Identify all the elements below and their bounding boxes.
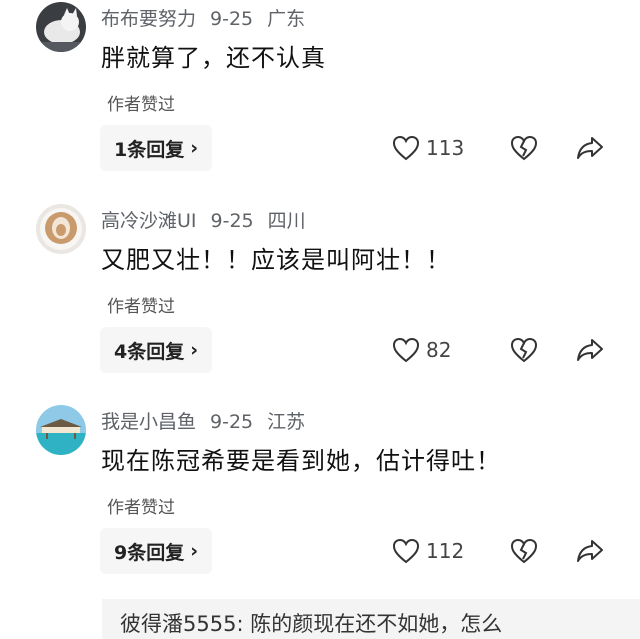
like-button[interactable]: 113 [392,135,476,161]
comment-actions: 113 [392,131,603,165]
username[interactable]: 高冷沙滩UI [101,210,197,232]
replies-label: 1条回复 [114,138,185,161]
share-icon[interactable] [576,337,604,363]
heart-icon [392,135,420,161]
like-button[interactable]: 82 [392,337,476,363]
chevron-right-icon: › [190,339,199,361]
comment-location: 江苏 [267,411,306,433]
avatar[interactable] [36,2,86,52]
heart-icon [392,337,420,363]
chevron-right-icon: › [190,137,199,159]
like-count: 82 [426,338,452,362]
broken-heart-icon[interactable] [510,337,538,363]
replies-button[interactable]: 9条回复 › [100,528,213,574]
broken-heart-icon[interactable] [510,135,538,161]
reply-preview[interactable]: 彼得潘5555: 陈的颜现在还不如她，怎么 [102,599,640,639]
avatar[interactable] [36,204,86,254]
comment-date: 9-25 [210,210,254,232]
latte-art-avatar-icon [36,204,86,254]
like-count: 112 [426,539,465,563]
heart-icon [392,538,420,564]
comment-actions: 82 [392,333,603,367]
comment-actions: 112 [392,534,603,568]
replies-label: 9条回复 [114,541,185,564]
comment-date: 9-25 [210,411,254,433]
replies-button[interactable]: 1条回复 › [100,125,213,171]
comment-2: 高冷沙滩UI 9-25 四川 又肥又壮！！应该是叫阿壮！！ 作者赞过 4条回复 › 8… [0,202,640,402]
comment-1: 布布要努力 9-25 广东 胖就算了，还不认真 作者赞过 1条回复 › 113 [0,0,640,200]
comment-meta: 高冷沙滩UI 9-25 四川 [101,206,320,233]
author-liked-badge: 作者赞过 [107,95,175,115]
chevron-right-icon: › [190,540,199,562]
replies-label: 4条回复 [114,340,185,363]
share-icon[interactable] [576,538,604,564]
comment-date: 9-25 [210,8,254,30]
comment-3: 我是小昌鱼 9-25 江苏 现在陈冠希要是看到她，估计得吐！ 作者赞过 9条回复 › … [0,403,640,603]
comment-text: 现在陈冠希要是看到她，估计得吐！ [101,447,501,475]
username[interactable]: 我是小昌鱼 [101,411,196,433]
reply-preview-text: 彼得潘5555: 陈的颜现在还不如她，怎么 [120,612,503,636]
like-count: 113 [426,136,465,160]
username[interactable]: 布布要努力 [101,8,196,30]
comment-text: 胖就算了，还不认真 [101,44,326,72]
comment-location: 四川 [267,210,306,232]
comment-meta: 布布要努力 9-25 广东 [101,4,319,31]
comment-location: 广东 [267,8,306,30]
beach-villa-avatar-icon [36,405,86,455]
comment-meta: 我是小昌鱼 9-25 江苏 [101,407,319,434]
like-button[interactable]: 112 [392,538,476,564]
share-icon[interactable] [576,135,604,161]
white-cat-avatar-icon [36,2,86,52]
author-liked-badge: 作者赞过 [107,498,175,518]
author-liked-badge: 作者赞过 [107,297,175,317]
broken-heart-icon[interactable] [510,538,538,564]
avatar[interactable] [36,405,86,455]
replies-button[interactable]: 4条回复 › [100,327,213,373]
comment-text: 又肥又壮！！应该是叫阿壮！！ [101,246,451,274]
